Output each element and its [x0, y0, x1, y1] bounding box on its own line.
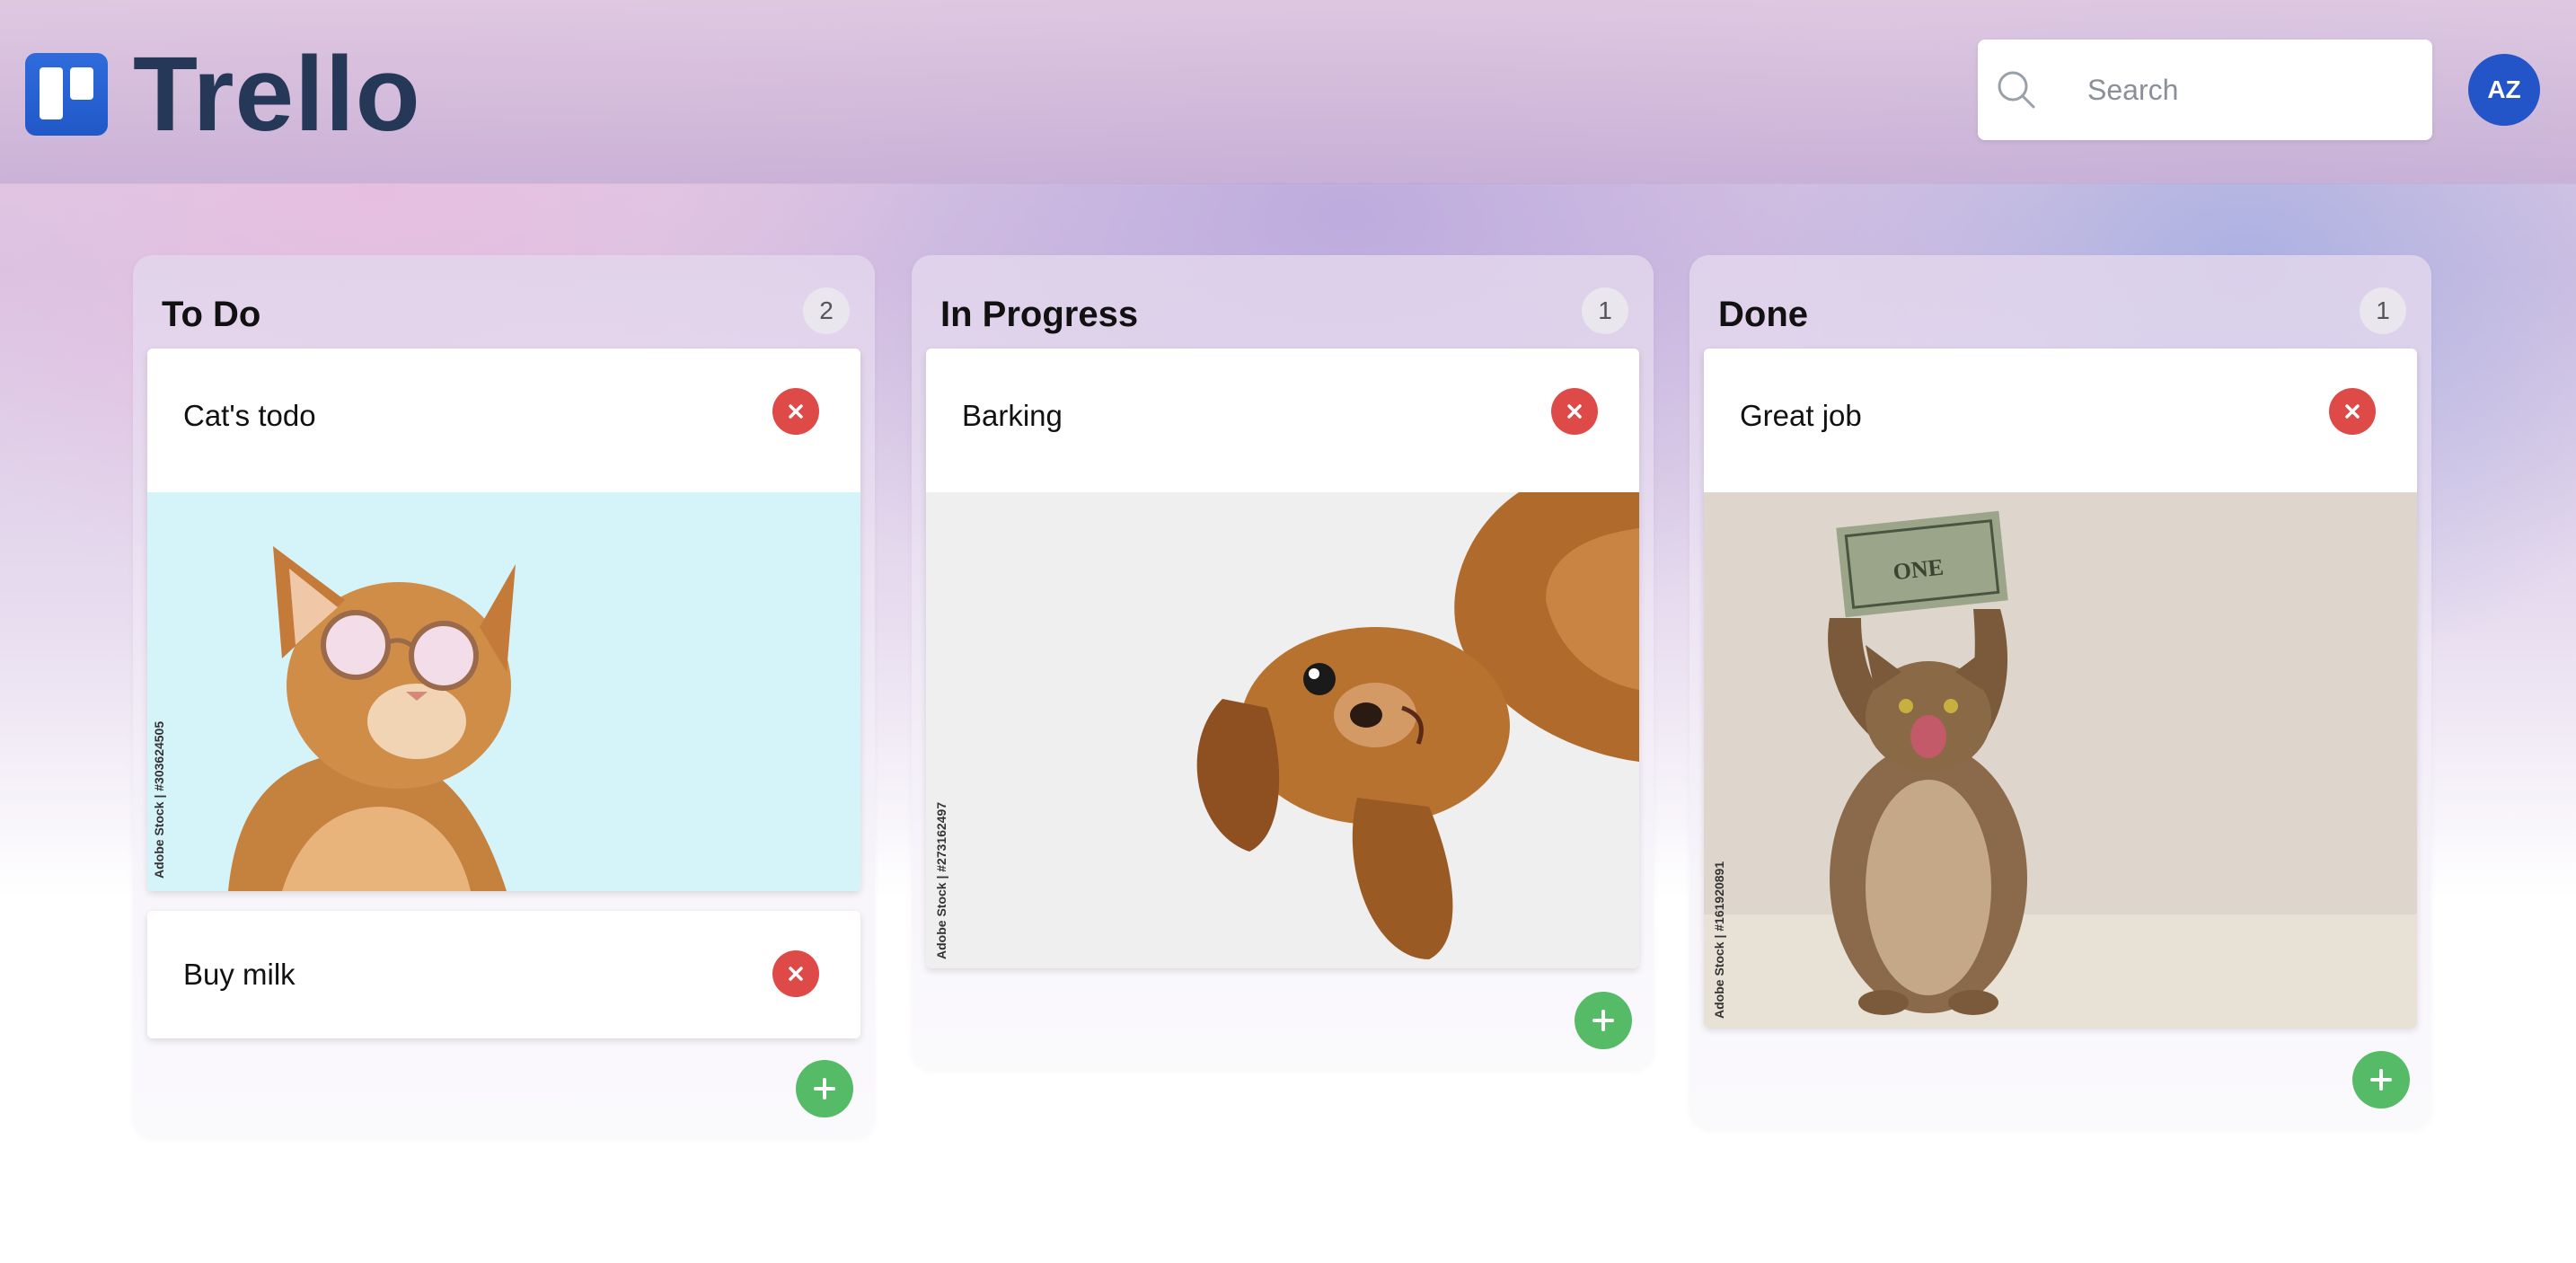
add-card-button[interactable] — [2352, 1051, 2410, 1108]
search-icon — [1998, 71, 2035, 109]
card-buy-milk[interactable]: Buy milk — [147, 911, 860, 1038]
card-cats-todo[interactable]: Cat's todo Adobe Stock | #303624505 — [147, 349, 860, 891]
card-title: Great job — [1740, 399, 1862, 432]
plus-icon — [1592, 1010, 1614, 1031]
plus-icon — [2370, 1069, 2392, 1091]
column-in-progress: In Progress 1 Barking Adobe Stock | #273… — [912, 255, 1654, 1069]
column-title: Done — [1718, 295, 1808, 334]
svg-text:ONE: ONE — [1892, 554, 1945, 586]
close-icon — [789, 404, 803, 419]
delete-card-button[interactable] — [772, 388, 819, 435]
card-image-cat-dollar: ONE Adobe Stock | #161920891 — [1704, 492, 2417, 1028]
trello-logo[interactable]: Trello — [25, 41, 421, 147]
avatar[interactable]: AZ — [2468, 54, 2540, 126]
close-icon — [1567, 404, 1582, 419]
card-count-badge: 2 — [803, 287, 850, 334]
card-image-puppy: Adobe Stock | #273162497 — [926, 492, 1639, 968]
search-input[interactable] — [2086, 72, 2413, 108]
column-header: Done 1 — [1718, 286, 2406, 340]
add-card-button[interactable] — [1575, 992, 1632, 1049]
card-title: Barking — [962, 399, 1063, 432]
top-header: Trello AZ — [0, 0, 2576, 183]
close-icon — [2345, 404, 2360, 419]
card-image-cat-sunglasses: Adobe Stock | #303624505 — [147, 492, 860, 891]
card-count-badge: 1 — [1582, 287, 1628, 334]
add-card-button[interactable] — [796, 1060, 853, 1117]
close-icon — [789, 967, 803, 981]
column-title: To Do — [162, 295, 261, 334]
trello-logo-icon — [25, 53, 108, 136]
card-title: Cat's todo — [183, 399, 316, 432]
card-title: Buy milk — [183, 958, 296, 991]
column-header: To Do 2 — [162, 286, 850, 340]
card-barking[interactable]: Barking Adobe Stock | #273162497 — [926, 349, 1639, 968]
card-great-job[interactable]: Great job ONE Adobe Stock | #161920891 — [1704, 349, 2417, 1028]
delete-card-button[interactable] — [772, 950, 819, 997]
svg-text:Adobe Stock | #161920891: Adobe Stock | #161920891 — [1712, 861, 1726, 1019]
logo-text: Trello — [133, 35, 421, 154]
column-header: In Progress 1 — [940, 286, 1628, 340]
svg-text:Adobe Stock | #273162497: Adobe Stock | #273162497 — [934, 802, 948, 959]
delete-card-button[interactable] — [2329, 388, 2376, 435]
delete-card-button[interactable] — [1551, 388, 1598, 435]
column-title: In Progress — [940, 295, 1139, 334]
column-to-do: To Do 2 Cat's todo Adobe Stock | #303624… — [133, 255, 875, 1137]
card-count-badge: 1 — [2360, 287, 2406, 334]
svg-text:Adobe Stock | #303624505: Adobe Stock | #303624505 — [152, 721, 166, 879]
search-box[interactable] — [1978, 40, 2432, 140]
plus-icon — [814, 1078, 835, 1100]
column-done: Done 1 Great job ONE Adobe Stock | #1619… — [1689, 255, 2431, 1128]
